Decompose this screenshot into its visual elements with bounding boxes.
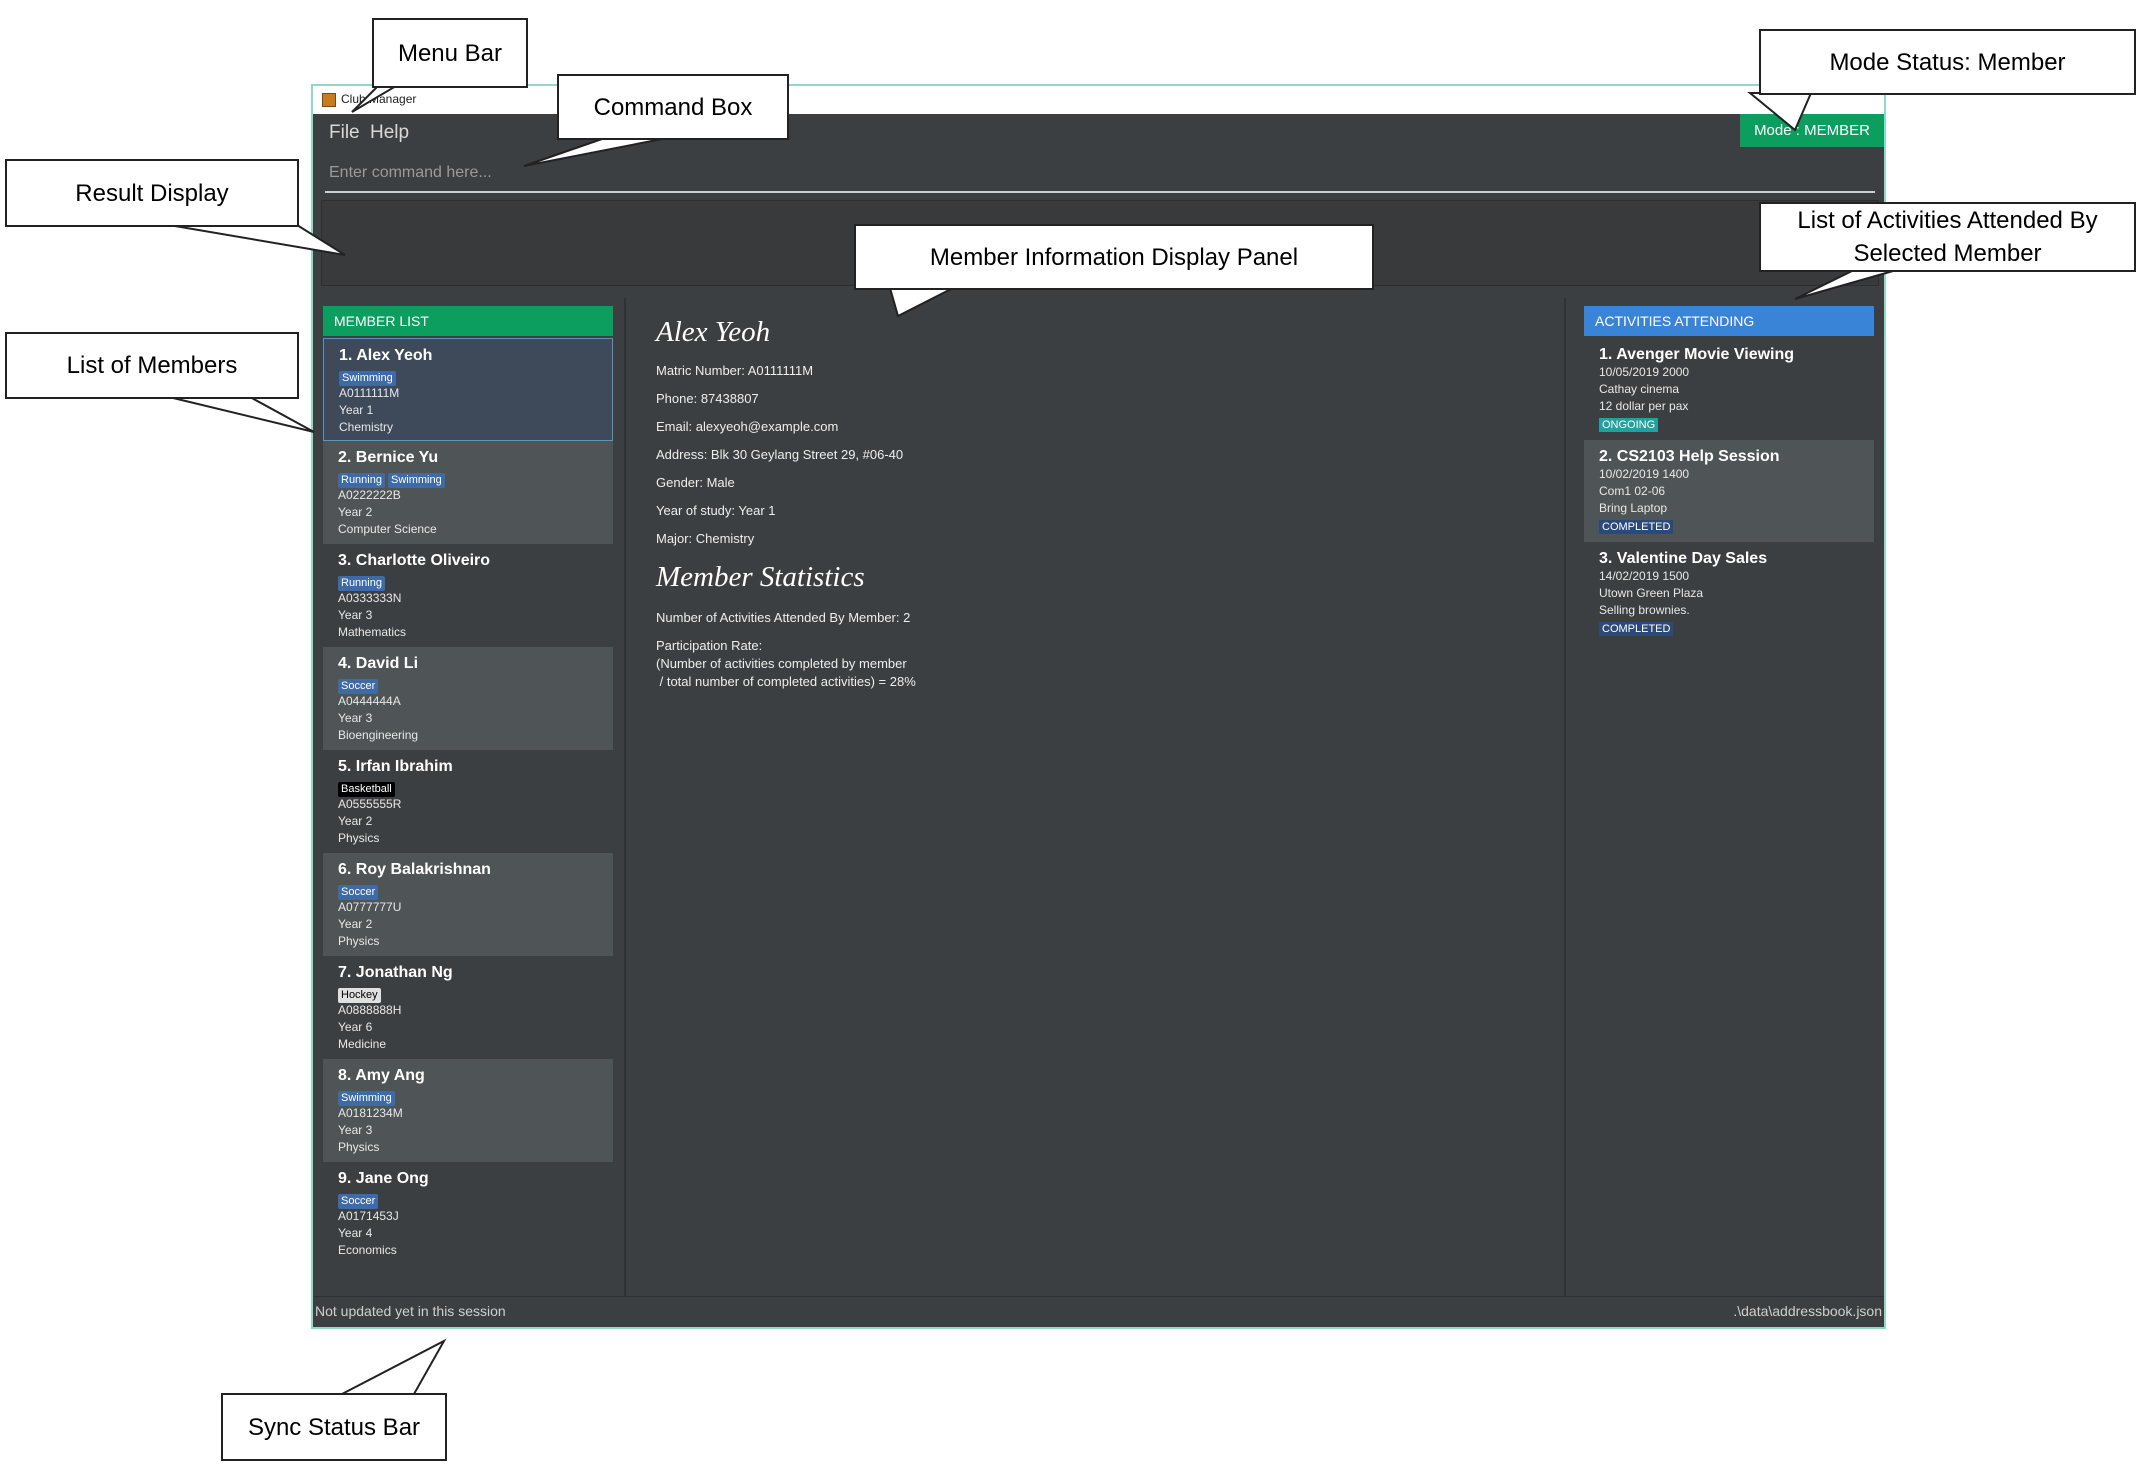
callout-activities: List of Activities Attended By Selected … [1759, 202, 2136, 272]
pointer-members [168, 396, 315, 433]
callout-sync-status: Sync Status Bar [221, 1393, 447, 1461]
callout-result-display: Result Display [5, 159, 299, 227]
callout-mode-status: Mode Status: Member [1759, 29, 2136, 95]
pointer-sync [341, 1338, 447, 1395]
callout-menu-bar: Menu Bar [372, 18, 528, 88]
callout-info-panel: Member Information Display Panel [854, 224, 1374, 290]
pointer-mode-status [1747, 92, 1813, 132]
pointer-activities [1794, 270, 1894, 300]
callout-members: List of Members [5, 332, 299, 399]
pointer-menu-bar [351, 85, 400, 113]
pointer-result-display [168, 224, 346, 256]
callout-command-box: Command Box [557, 74, 789, 140]
pointer-info-panel [888, 287, 954, 318]
pointer-command-box [523, 138, 663, 167]
